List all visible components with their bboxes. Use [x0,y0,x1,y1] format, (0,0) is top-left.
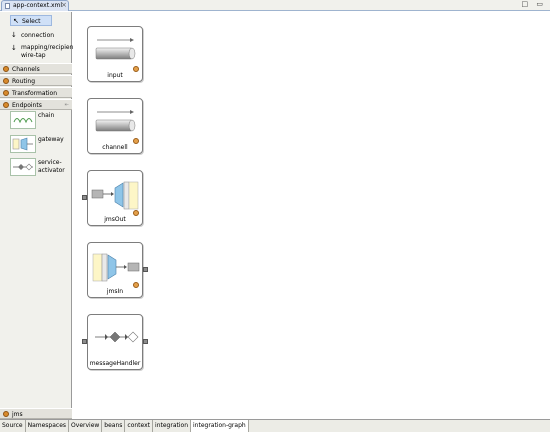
tool-label: connection [21,32,55,39]
channel-icon [95,110,136,132]
channel-icon [95,38,136,60]
drawer-icon [3,90,9,96]
node-label: jmsOut [104,216,126,223]
chain-icon [10,111,36,129]
drawer-label: Transformation [12,90,58,97]
window-controls[interactable]: □ ▭ [522,0,546,11]
output-port[interactable] [143,339,148,344]
drawer-channels[interactable]: Channels [0,63,72,74]
palette-tool-chain[interactable]: chain [0,111,72,131]
tool-label: chain [38,112,55,119]
output-port[interactable] [143,267,148,272]
jms-inbound-adapter-icon [92,253,140,282]
arrow-down-icon: ↓ [11,31,17,39]
select-tool[interactable]: ↖ Select [10,15,52,26]
drawer-icon [3,78,9,84]
node-label: jmsIn [106,288,124,295]
select-label: Select [22,18,41,25]
drawer-label: jms [12,411,23,418]
node-label: input [107,72,123,79]
channel-node-input[interactable]: input [87,26,143,82]
integration-graph-canvas[interactable]: input channell jmsOut jmsIn messageHandl… [73,12,549,419]
palette-tool-service-activator[interactable]: service-activator [0,158,72,178]
tab-source[interactable]: Source [0,420,26,432]
drawer-icon [3,66,9,72]
palette-tool-connection[interactable]: ↓ connection [0,30,72,42]
drawer-routing[interactable]: Routing [0,75,72,86]
tool-label: service-activator [38,159,65,174]
node-label: messageHandler [89,360,141,367]
bottom-editor-tabs: Source Namespaces Overview beans context… [0,419,550,432]
editor-tab-title: app-context.xml [13,2,63,9]
palette: ↖ Select ↓ connection ↓ mapping/recipien… [0,12,78,419]
channel-node-channell[interactable]: channell [87,98,143,154]
close-icon[interactable]: × [61,1,67,9]
service-activator-node-messageHandler[interactable]: messageHandler [87,314,143,370]
palette-tool-gateway[interactable]: gateway [0,135,72,155]
tab-namespaces[interactable]: Namespaces [26,420,70,432]
pin-icon[interactable]: ⇤ [65,102,69,108]
tab-overview[interactable]: Overview [69,420,103,432]
arrow-down-icon: ↓ [11,44,17,52]
drawer-transformation[interactable]: Transformation [0,87,72,98]
drawer-icon [3,411,9,417]
palette-tool-mapping[interactable]: ↓ mapping/recipient/ wire-tap [0,43,78,63]
editor-tab[interactable]: app-context.xml × [1,0,69,11]
inbound-adapter-node-jmsIn[interactable]: jmsIn [87,242,143,298]
tab-integration-graph[interactable]: integration-graph [191,420,249,432]
cursor-arrow-icon: ↖ [13,17,19,25]
service-activator-icon [10,158,36,176]
tool-label: mapping/recipient/ wire-tap [21,44,78,59]
drawer-label: Channels [12,66,40,73]
tab-beans[interactable]: beans [102,420,126,432]
editor-tab-bar: app-context.xml × □ ▭ [0,0,550,11]
drawer-label: Routing [12,78,36,85]
tab-context[interactable]: context [125,420,154,432]
outbound-adapter-node-jmsOut[interactable]: jmsOut [87,170,143,226]
xml-file-icon [5,3,10,9]
drawer-endpoints[interactable]: Endpoints ⇤ [0,99,72,110]
node-label: channell [102,144,128,151]
gateway-icon [10,135,36,153]
drawer-icon [3,102,9,108]
jms-outbound-adapter-icon [91,181,139,210]
service-activator-icon [95,331,139,343]
drawer-jms[interactable]: jms [0,408,72,419]
tab-integration[interactable]: integration [153,420,191,432]
drawer-label: Endpoints [12,102,42,109]
tool-label: gateway [38,136,64,143]
